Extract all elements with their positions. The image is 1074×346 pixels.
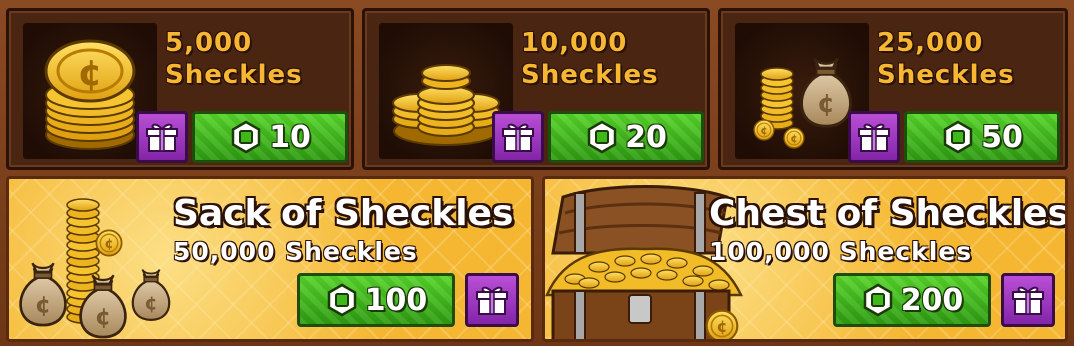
buy-button[interactable]: 10 [192, 111, 348, 163]
featured-subtitle: 100,000 Sheckles [709, 237, 973, 266]
price-label: 100 [364, 282, 428, 318]
featured-title: Chest of Sheckles [709, 193, 1068, 234]
offer-card-25000: 25,000 Sheckles 50 [718, 8, 1068, 170]
gift-button[interactable] [136, 111, 188, 163]
featured-card-chest: Chest of Sheckles 100,000 Sheckles 200 [542, 176, 1068, 342]
svg-text:¢: ¢ [77, 53, 102, 94]
robux-icon [941, 120, 975, 154]
gift-button[interactable] [492, 111, 544, 163]
robux-icon [861, 283, 895, 317]
offer-card-5000: ¢ 5,000 Sheckles 10 [6, 8, 354, 170]
price-label: 200 [900, 282, 964, 318]
robux-icon [325, 283, 359, 317]
price-label: 10 [269, 119, 311, 155]
gift-button[interactable] [848, 111, 900, 163]
price-label: 50 [981, 119, 1023, 155]
offer-amount: 25,000 Sheckles [877, 28, 1015, 90]
featured-card-sack: Sack of Sheckles 50,000 Sheckles 100 [6, 176, 534, 342]
gift-button[interactable] [1001, 273, 1055, 327]
gift-icon [1011, 283, 1045, 317]
featured-subtitle: 50,000 Sheckles [173, 237, 418, 266]
price-label: 20 [625, 119, 667, 155]
robux-icon [585, 120, 619, 154]
gift-icon [475, 283, 509, 317]
gift-icon [857, 120, 891, 154]
gift-icon [145, 120, 179, 154]
buy-button[interactable]: 20 [548, 111, 704, 163]
featured-title: Sack of Sheckles [173, 193, 514, 234]
gift-icon [501, 120, 535, 154]
offer-amount: 10,000 Sheckles [521, 28, 659, 90]
offer-amount: 5,000 Sheckles [165, 28, 303, 90]
robux-icon [229, 120, 263, 154]
buy-button[interactable]: 50 [904, 111, 1060, 163]
offer-card-10000: 10,000 Sheckles 20 [362, 8, 710, 170]
gift-button[interactable] [465, 273, 519, 327]
buy-button[interactable]: 200 [833, 273, 991, 327]
buy-button[interactable]: 100 [297, 273, 455, 327]
sacks-of-coins-icon [18, 198, 171, 339]
